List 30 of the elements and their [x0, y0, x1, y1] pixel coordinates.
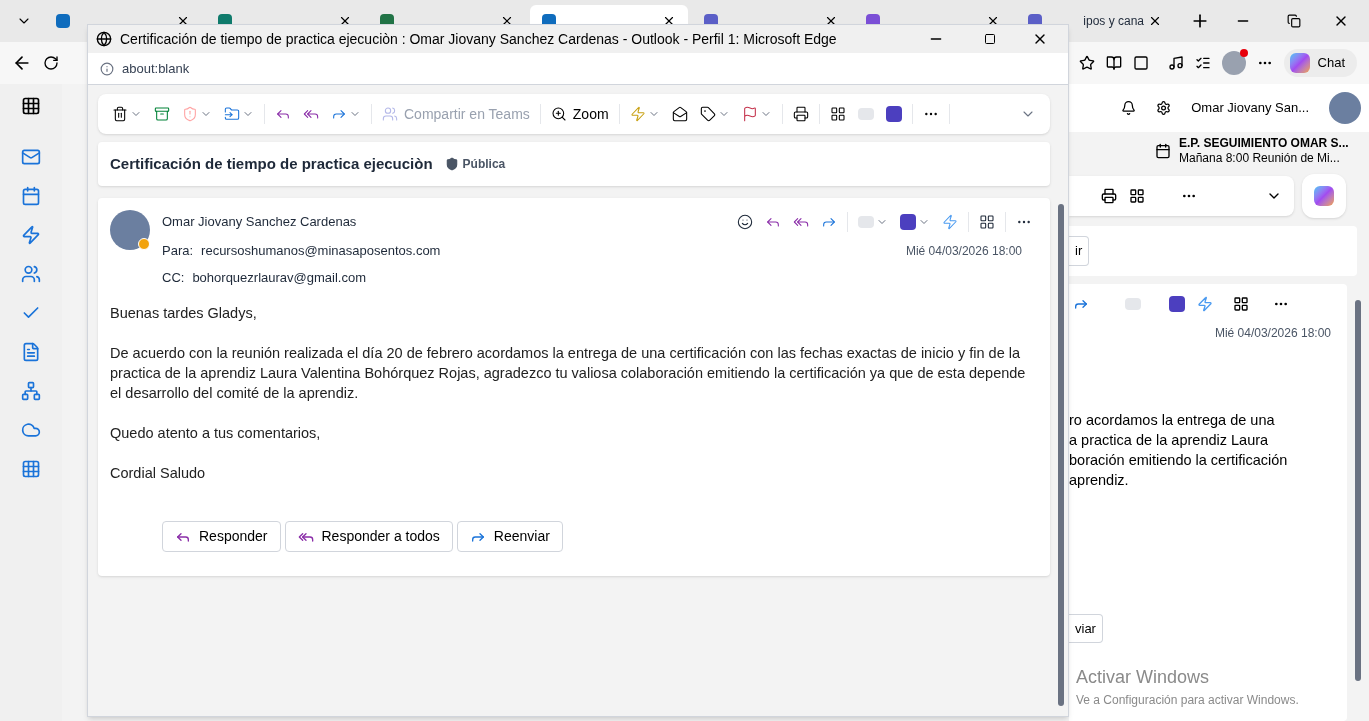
reply-action-button[interactable]: Responder a todos: [284, 521, 453, 552]
sender-name: Omar Jiovany Sanchez Cardenas: [162, 213, 357, 232]
body-text-line: aprendiz.: [1069, 471, 1130, 490]
user-name: Omar Jiovany San...: [1191, 99, 1309, 118]
body-text-line: a practica de la aprendiz Laura: [1069, 431, 1270, 450]
reply-action-button[interactable]: Responder: [162, 521, 281, 552]
cc-label: CC:: [162, 268, 185, 287]
activation-title: Activar Windows: [1076, 666, 1210, 689]
sensitivity-label: Pública: [462, 156, 506, 173]
to-label: Para:: [162, 242, 194, 260]
chat-button[interactable]: Chat: [1283, 49, 1357, 77]
message-date: Mié 04/03/2026 18:00: [1214, 325, 1331, 342]
message-date: Mié 04/03/2026 18:00: [905, 242, 1022, 260]
activation-subtitle: Ve a Configuración para activar Windows.: [1076, 692, 1299, 709]
reply-action-button[interactable]: Reenviar: [456, 521, 563, 552]
cc-address[interactable]: bohorquezrlaurav@gmail.com: [192, 267, 366, 287]
reminder-title: E.P. SEGUIMIENTO OMAR S...: [1179, 136, 1349, 151]
body-paragraph: Buenas tardes Gladys,: [110, 304, 258, 323]
body-paragraph: Quedo atento a tus comentarios,: [110, 424, 322, 443]
body-text-line: ro acordamos la entrega de una: [1069, 411, 1276, 430]
body-paragraph: De acuerdo con la reunión realizada el día 20 de febrero acordamos la entrega de una certificación con las fechas exactas de inicio y fin de la practica de la aprendiz Laura Valentina Bohórquez Rojas, agradezco tu valiosa colaboración emitiendo la certificación ya que de esta depende el desarrollo del comité de la aprendiz.: [110, 344, 1027, 403]
tab-title: ipos y cana: [1083, 13, 1144, 30]
subject-text: Certificación de tiempo de practica ejecuciòn: [110, 153, 433, 174]
reminder-subtitle: Mañana 8:00 Reunión de Mi...: [1179, 151, 1341, 166]
body-paragraph: Cordial Saludo: [110, 464, 207, 483]
recipient-address[interactable]: recursoshumanos@minasaposentos.com: [201, 241, 441, 261]
zoom-button[interactable]: Zoom: [544, 99, 615, 129]
body-text-line: boración emitiendo la certificación: [1069, 451, 1289, 470]
window-title: Certificación de tiempo de practica ejecuciòn : Omar Jiovany Sanchez Cardenas - Outlook - Perfil 1: Microsoft Edge: [120, 29, 837, 49]
address-text[interactable]: about:blank: [122, 58, 190, 79]
